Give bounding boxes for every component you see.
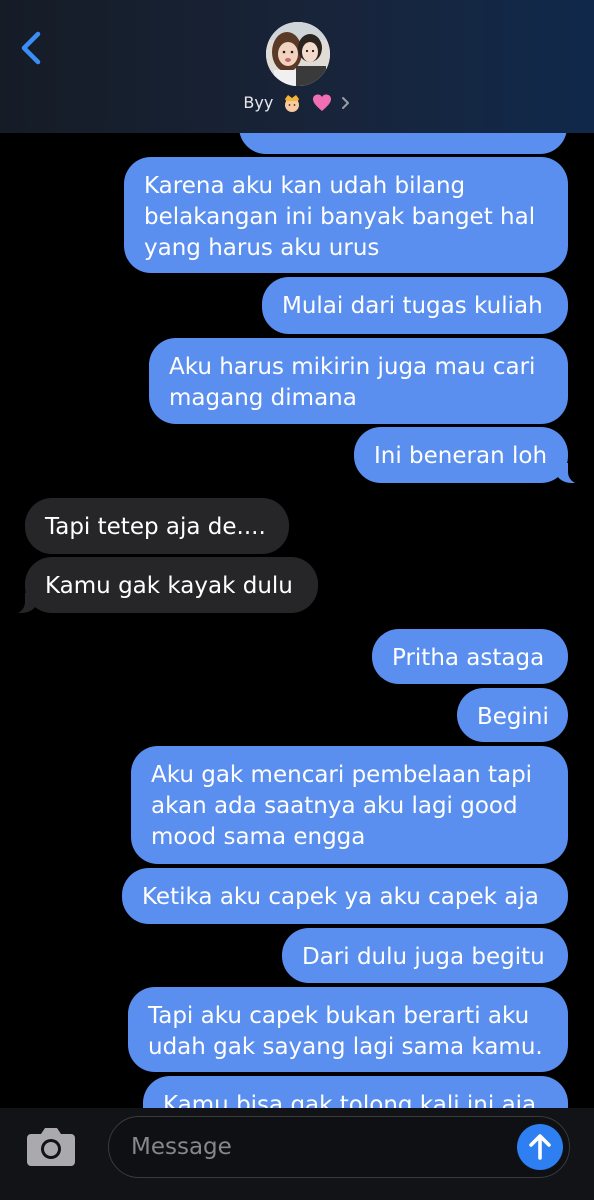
message-bubble-sent[interactable]: Ketika aku capek ya aku capek aja [122,868,568,924]
camera-button[interactable] [25,1124,77,1168]
message-bubble-sent[interactable]: Tapi aku capek bukan berarti aku udah ga… [128,987,568,1072]
pink-heart-icon [312,94,331,111]
message-bubble-received[interactable]: Kamu gak kayak dulu [0,557,318,614]
message-bubble-sent[interactable]: Aku harus mikirin juga mau cari magang d… [149,338,568,424]
message-bubble-sent[interactable]: Pritha astaga [372,629,568,684]
contact-name: Byy [243,93,274,112]
message-bubble-sent[interactable]: Karena aku kan udah bilang belakangan in… [124,157,568,273]
send-button[interactable] [517,1124,563,1170]
back-button[interactable] [14,28,50,68]
message-composer [0,1108,594,1200]
camera-icon [27,1128,75,1166]
message-bubble-sent[interactable]: Mulai dari tugas kuliah [262,277,568,334]
message-bubble-sent[interactable]: Ini beneran loh [354,427,594,484]
arrow-up-icon [529,1134,551,1160]
avatar-photo [266,22,330,86]
message-bubble-sent[interactable]: Aku gak mencari pembelaan tapi akan ada … [131,746,568,864]
message-bubble-received[interactable]: Tapi tetep aja de.... [25,498,289,554]
chevron-left-icon [21,31,41,65]
message-input-field[interactable] [108,1116,570,1178]
crown-emoji-icon [285,94,300,112]
message-bubble-sent[interactable]: Begini [457,688,568,742]
contact-name-button[interactable]: Byy [0,92,594,113]
message-input[interactable] [131,1131,511,1163]
contact-avatar[interactable] [266,22,330,86]
conversation-header: Byy [0,0,594,133]
chevron-right-icon [341,96,349,109]
message-bubble-sent[interactable]: Dari dulu juga begitu [282,928,568,983]
